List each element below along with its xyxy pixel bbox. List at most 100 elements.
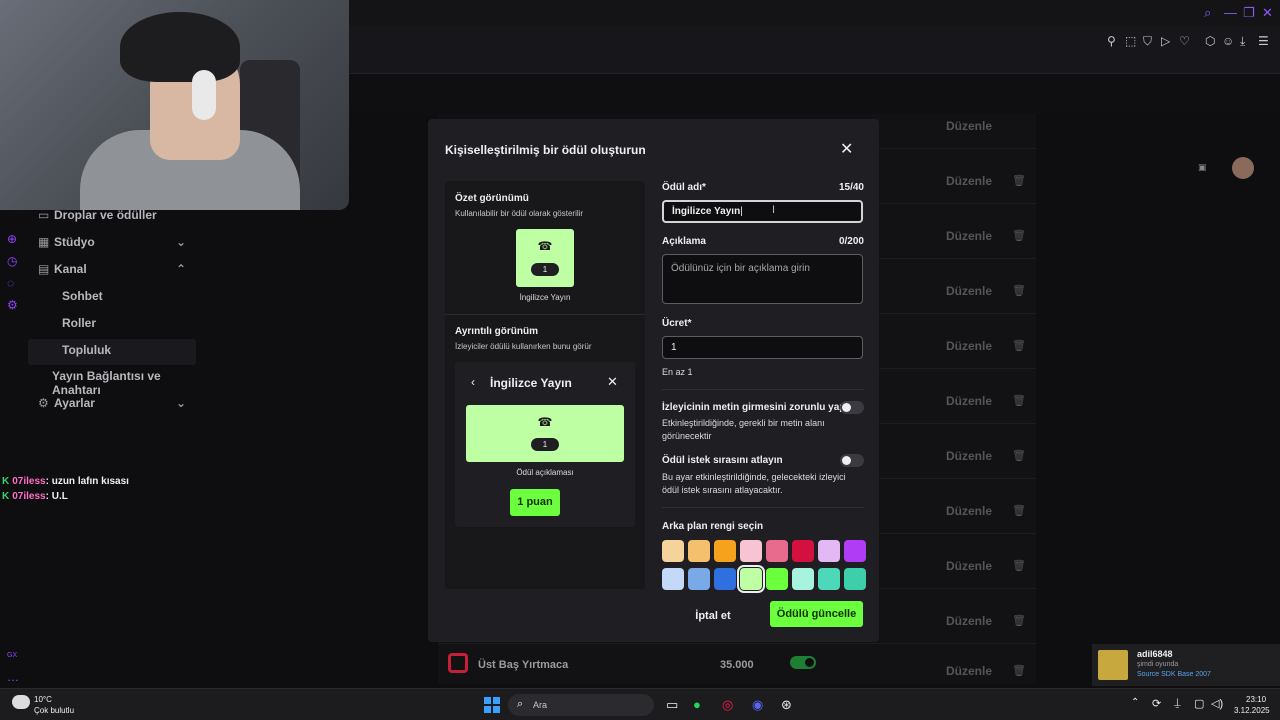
sidebar-item-settings[interactable]: ⚙ Ayarlar ⌄ [28, 396, 196, 418]
maximize-icon[interactable]: ❐ [1243, 5, 1255, 21]
trash-icon[interactable]: 🗑 [1012, 229, 1026, 242]
color-swatch[interactable] [688, 568, 710, 590]
microphone-icon[interactable]: ⍊ [1174, 697, 1181, 710]
color-swatch[interactable] [818, 540, 840, 562]
color-swatch[interactable] [844, 568, 866, 590]
shield-icon[interactable]: ⛉ [1143, 34, 1152, 49]
weather-temperature[interactable]: 10°C [34, 695, 52, 704]
color-swatch[interactable] [714, 540, 736, 562]
edit-link[interactable]: Düzenle [946, 174, 992, 188]
trash-icon[interactable]: 🗑 [1012, 284, 1026, 297]
reward-enabled-toggle[interactable] [790, 656, 816, 669]
sidebar-item-chat[interactable]: Sohbet [28, 289, 196, 311]
sidebar-item-studio[interactable]: ▦ Stüdyo ⌄ [28, 235, 196, 257]
color-swatch[interactable] [766, 540, 788, 562]
sidebar-item-drops[interactable]: ▭ Droplar ve ödüller [28, 208, 196, 230]
chat-icon[interactable]: ◌ [7, 276, 14, 290]
color-swatch[interactable] [688, 540, 710, 562]
skip-queue-toggle[interactable] [840, 454, 864, 467]
edit-link[interactable]: Düzenle [946, 229, 992, 243]
color-swatch[interactable] [740, 540, 762, 562]
color-swatch[interactable] [818, 568, 840, 590]
more-icon[interactable]: … [7, 670, 19, 684]
clock-date[interactable]: 3.12.2025 [1234, 706, 1270, 715]
taskbar-search[interactable]: ⌕ Ara [508, 694, 654, 716]
description-textarea[interactable]: Ödülünüz için bir açıklama girin [662, 254, 863, 304]
trash-icon[interactable]: 🗑 [1012, 559, 1026, 572]
trash-icon[interactable]: 🗑 [1012, 664, 1026, 677]
menu-icon[interactable]: ☰ [1258, 34, 1269, 48]
start-icon[interactable] [484, 697, 500, 713]
game-notification[interactable]: adil6848 şimdi oyunda Source SDK Base 20… [1092, 644, 1280, 686]
heart-icon[interactable]: ♡ [1179, 34, 1190, 48]
download-icon[interactable]: ⤓ [1240, 34, 1245, 49]
sidebar-item-label: Kanal [54, 262, 87, 276]
settings-icon[interactable]: ⚙ [7, 298, 18, 312]
color-swatch[interactable] [714, 568, 736, 590]
close-window-icon[interactable]: ✕ [1262, 5, 1273, 21]
screenshot-icon[interactable]: ⬚ [1125, 34, 1136, 48]
color-swatch[interactable] [792, 540, 814, 562]
display-icon[interactable]: ▢ [1194, 697, 1204, 710]
detail-card: ‹ İngilizce Yayın ✕ ☎ 1 Ödül açıklaması … [455, 362, 635, 527]
notification-user: adil6848 [1137, 649, 1173, 659]
edit-link[interactable]: Düzenle [946, 394, 992, 408]
color-swatch[interactable] [766, 568, 788, 590]
file-explorer-icon[interactable]: ▭ [666, 697, 678, 713]
clock-time[interactable]: 23:10 [1246, 695, 1266, 704]
color-swatch[interactable] [662, 568, 684, 590]
avatar[interactable] [1232, 157, 1254, 179]
edit-link[interactable]: Düzenle [946, 449, 992, 463]
edit-link[interactable]: Düzenle [946, 504, 992, 518]
name-count: 15/40 [838, 182, 864, 193]
webcam-hair [120, 12, 240, 82]
trash-icon[interactable]: 🗑 [1012, 394, 1026, 407]
steam-icon[interactable]: ⊛ [781, 697, 792, 713]
play-icon[interactable]: ▷ [1161, 34, 1170, 48]
sidebar-item-channel[interactable]: ▤ Kanal ⌃ [28, 262, 196, 284]
sidebar-item-roles[interactable]: Roller [28, 316, 196, 338]
cancel-button[interactable]: İptal et [690, 603, 736, 629]
network-icon[interactable]: ⟳ [1152, 697, 1161, 710]
close-icon[interactable]: ✕ [840, 139, 853, 159]
color-swatch[interactable] [844, 540, 866, 562]
edit-link[interactable]: Düzenle [946, 614, 992, 628]
trash-icon[interactable]: 🗑 [1012, 339, 1026, 352]
volume-icon[interactable]: ◁) [1211, 697, 1223, 710]
edit-link[interactable]: Düzenle [946, 559, 992, 573]
trash-icon[interactable]: 🗑 [1012, 449, 1026, 462]
require-text-toggle[interactable] [840, 401, 864, 414]
gx-icon[interactable]: GX [7, 652, 17, 659]
update-reward-button[interactable]: Ödülü güncelle [770, 601, 863, 627]
chevron-up-icon[interactable]: ⌃ [1131, 697, 1139, 708]
spotify-icon[interactable]: ● [693, 697, 701, 712]
profile-icon[interactable]: ☺ [1222, 34, 1234, 48]
trash-icon[interactable]: 🗑 [1012, 614, 1026, 627]
sidebar-item-community[interactable]: Topluluk [28, 339, 196, 365]
trash-icon[interactable]: 🗑 [1012, 504, 1026, 517]
edit-link[interactable]: Düzenle [946, 119, 992, 133]
edit-link[interactable]: Düzenle [946, 339, 992, 353]
edit-link[interactable]: Düzenle [946, 664, 992, 678]
weather-description[interactable]: Çok bulutlu [34, 706, 74, 715]
opera-icon[interactable]: ◎ [722, 697, 733, 713]
pin-icon[interactable]: ⚲ [1107, 34, 1116, 48]
plus-circle-icon[interactable]: ⊕ [7, 232, 17, 246]
summary-caption: İngilizce Yayın [519, 293, 571, 302]
cost-label: Ücret* [662, 318, 692, 329]
cost-input[interactable]: 1 [662, 336, 863, 359]
edit-link[interactable]: Düzenle [946, 284, 992, 298]
color-swatch[interactable] [792, 568, 814, 590]
weather-icon[interactable] [12, 695, 30, 709]
minimize-icon[interactable]: — [1224, 5, 1237, 20]
extensions-icon[interactable]: ⬡ [1205, 34, 1215, 48]
trash-icon[interactable]: 🗑 [1012, 174, 1026, 187]
sidebar-item-stream-key[interactable]: Yayın Bağlantısı ve Anahtarı [28, 369, 196, 397]
search-icon[interactable]: ⌕ [1204, 5, 1211, 21]
discord-icon[interactable]: ◉ [752, 697, 763, 713]
reward-name-input[interactable]: İngilizce Yayın| [662, 200, 863, 223]
clock-icon[interactable]: ◷ [7, 254, 17, 268]
color-swatch[interactable] [737, 565, 765, 593]
color-swatch[interactable] [662, 540, 684, 562]
bdi-icon[interactable]: ▣ [1198, 162, 1207, 173]
